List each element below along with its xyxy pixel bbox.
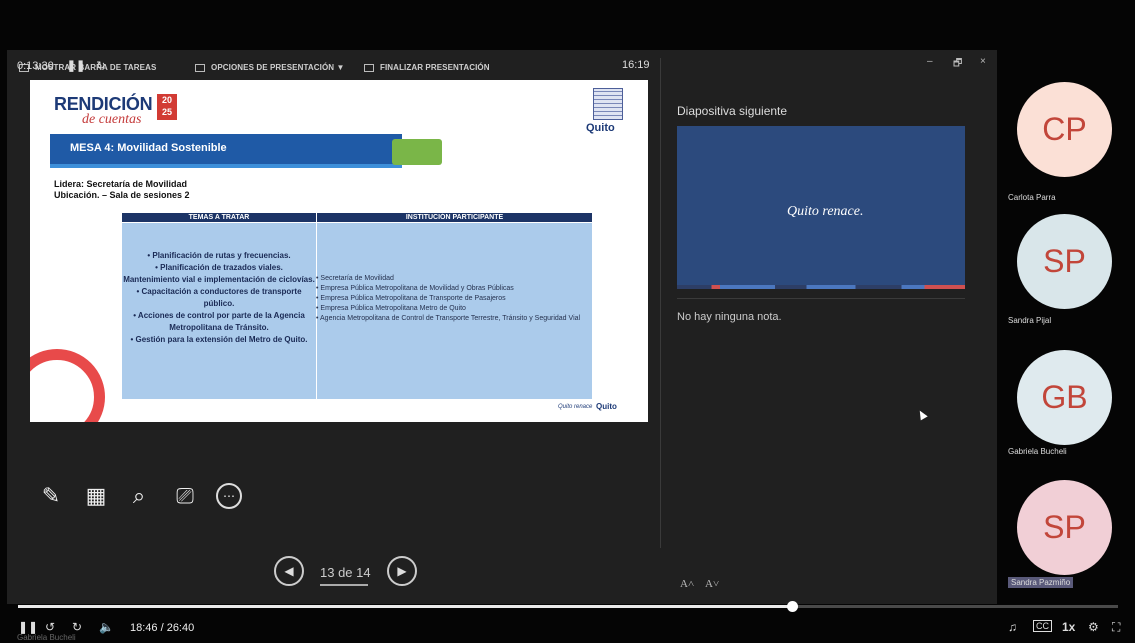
brand-subtitle: de cuentas [82,112,142,127]
list-item: Agencia Metropolitana de Control de Tran… [316,314,586,324]
presentation-options-button[interactable]: OPCIONES DE PRESENTACIÓN ▼ [195,63,345,72]
notes-divider [677,298,965,299]
slide-meta: Lidera: Secretaría de Movilidad Ubicació… [54,179,190,201]
close-button[interactable]: × [980,56,986,67]
page-indicator-underline [320,584,368,586]
zoom-icon[interactable]: ⌕ [126,483,152,509]
participant-name: Carlota Parra [1008,193,1056,202]
speaker-notes: No hay ninguna nota. [677,311,782,323]
instituciones-list: Secretaría de Movilidad Empresa Pública … [316,274,586,324]
previous-slide-button[interactable]: ◀ [274,556,304,586]
avatar: SP [1017,214,1112,309]
volume-icon[interactable]: 🔈 [99,620,114,634]
avatar: SP [1017,480,1112,575]
elapsed-timer: 0:13:30 ❚❚ ↻ [17,59,105,72]
clock: 16:19 [622,59,650,71]
page-indicator: 13 de 14 [320,565,371,580]
audio-track-icon[interactable]: ♫ [1008,620,1017,634]
minimize-button[interactable]: – [927,56,933,67]
progress-fill [18,605,792,608]
end-icon [364,63,374,72]
presentation-options-label: OPCIONES DE PRESENTACIÓN ▼ [211,63,345,72]
pause-timer-icon[interactable]: ❚❚ [67,60,85,72]
footer-logo: Quito [596,402,617,411]
col-header-temas: TEMAS A TRATAR [122,213,316,222]
pen-icon[interactable]: ✎ [38,483,64,509]
list-item: Empresa Pública Metropolitana de Movilid… [316,284,586,294]
restore-button[interactable]: 🗗 [953,56,962,73]
elapsed-time: 0:13:30 [17,60,54,72]
options-icon [195,63,205,72]
lidera-text: Lidera: Secretaría de Movilidad [54,179,188,189]
playback-speed[interactable]: 1x [1062,620,1075,634]
rewind-10-icon[interactable]: ↺ [45,620,55,634]
progress-handle[interactable] [787,601,798,612]
end-presentation-button[interactable]: FINALIZAR PRESENTACIÓN [364,63,490,72]
mesa-banner: MESA 4: Movilidad Sostenible [50,134,402,168]
current-slide: RENDICIÓN de cuentas 20 25 Quito MESA 4:… [30,80,648,422]
settings-icon[interactable]: ⚙ [1088,620,1099,634]
laser-ring-decoration [30,349,105,422]
ubicacion-text: Ubicación. – Sala de sesiones 2 [54,190,190,200]
end-presentation-label: FINALIZAR PRESENTACIÓN [380,63,490,72]
list-item: Empresa Pública Metropolitana Metro de Q… [316,304,586,314]
next-slide-logo: Quito renace. [787,204,864,219]
captions-icon[interactable]: CC [1033,620,1052,632]
next-slide-label: Diapositiva siguiente [677,104,788,118]
decrease-font-button[interactable]: A˅ [705,578,719,590]
fullscreen-icon[interactable]: ⛶ [1112,620,1120,635]
quito-logo-text: Quito [586,122,615,134]
viewer-watermark: Gabriela Bucheli [17,633,76,642]
black-screen-icon[interactable]: ⎚ [172,483,198,509]
footer-brand: Quito renace [558,404,593,410]
next-slide-button[interactable]: ▶ [387,556,417,586]
participant-name: Sandra Pijal [1008,316,1052,325]
brand-year: 20 25 [157,94,177,120]
reset-timer-icon[interactable]: ↻ [96,60,105,72]
more-options-icon[interactable]: ⋯ [216,483,242,509]
next-slide-strip [677,285,965,289]
increase-font-button[interactable]: A˄ [680,578,694,590]
avatar: GB [1017,350,1112,445]
mesa-title: MESA 4: Movilidad Sostenible [70,142,227,154]
next-slide-preview[interactable]: Quito renace. [677,126,965,289]
slide-sorter-icon[interactable]: ▦ [83,483,109,509]
pane-divider [660,58,661,548]
playback-time: 18:46 / 26:40 [130,622,195,634]
participant-name: Gabriela Bucheli [1008,447,1067,456]
col-header-institucion: INSTITUCIÓN PARTICIPANTE [317,213,592,222]
green-tag [392,139,442,165]
temas-list: • Planificación de rutas y frecuencias. … [123,251,315,344]
quito-crest-icon [593,88,623,120]
avatar: CP [1017,82,1112,177]
participant-name: Sandra Pazmiño [1008,577,1074,588]
pause-icon[interactable]: ❚❚ [18,620,38,634]
list-item: Secretaría de Movilidad [316,274,586,284]
list-item: Empresa Pública Metropolitana de Transpo… [316,294,586,304]
forward-10-icon[interactable]: ↻ [72,620,82,634]
